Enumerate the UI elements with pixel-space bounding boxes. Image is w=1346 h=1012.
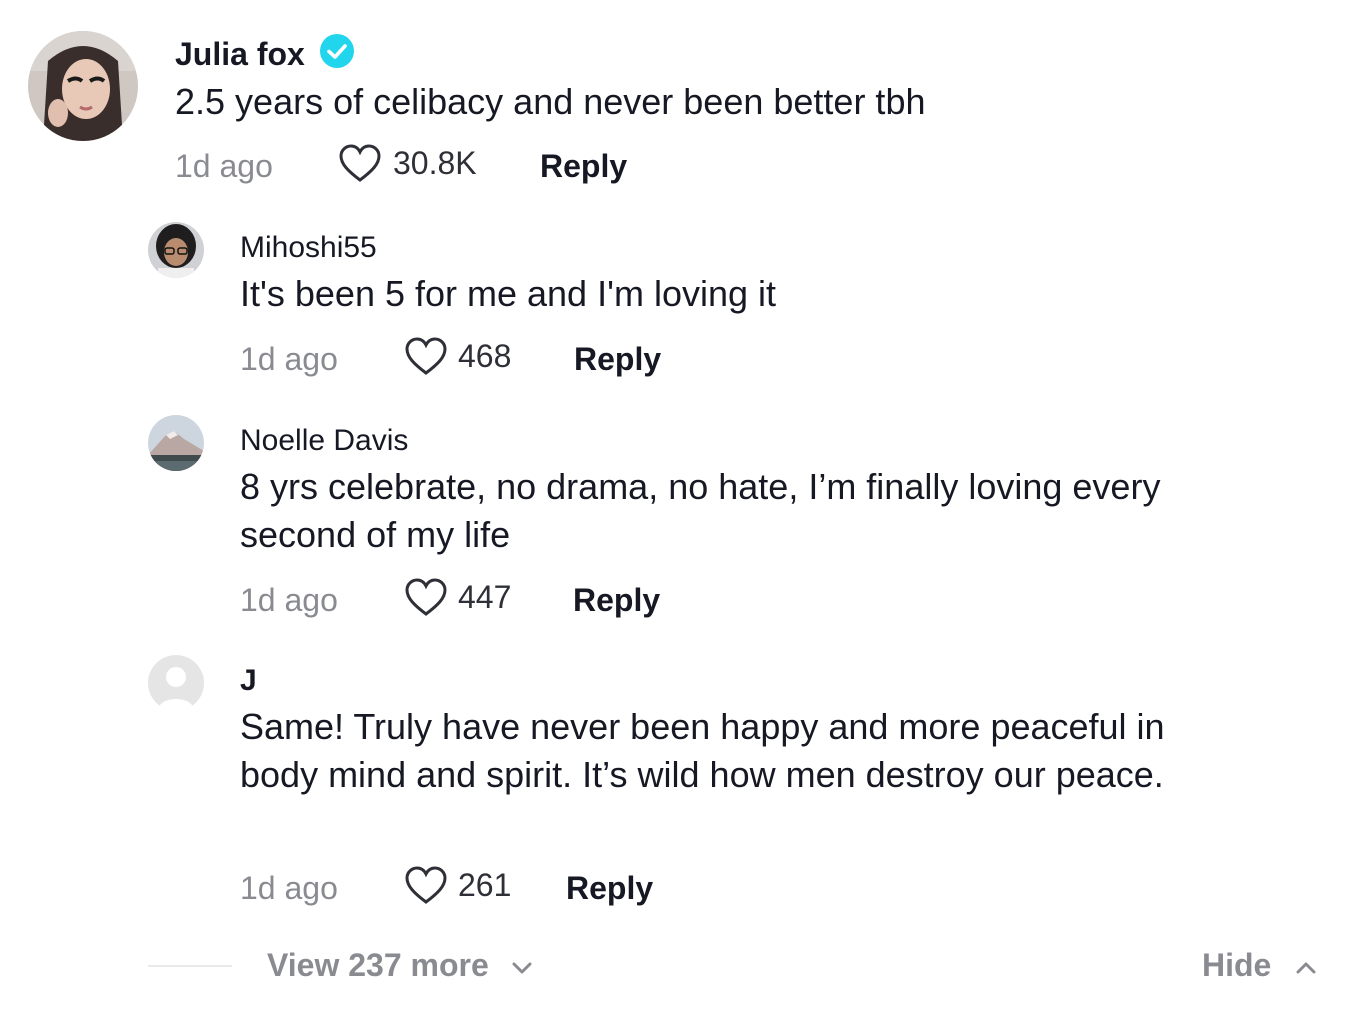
reply-reply-button[interactable]: Reply xyxy=(573,582,660,619)
comment-text: 2.5 years of celibacy and never been bet… xyxy=(175,81,926,122)
reply-item: Mihoshi55 It's been 5 for me and I'm lov… xyxy=(0,210,1346,390)
verified-badge-icon xyxy=(320,34,354,68)
reply-username[interactable]: J xyxy=(240,664,257,698)
reply-text: Same! Truly have never been happy and mo… xyxy=(240,706,1165,795)
reply-time: 1d ago xyxy=(240,582,338,618)
view-more-replies-button[interactable]: View 237 more xyxy=(267,947,534,984)
reply-item: J Same! Truly have never been happy and … xyxy=(0,643,1346,923)
heart-outline-icon[interactable] xyxy=(404,865,448,905)
reply-username[interactable]: Mihoshi55 xyxy=(240,231,377,265)
avatar-julia-fox[interactable] xyxy=(28,31,138,141)
avatar-mihoshi55[interactable] xyxy=(148,222,204,278)
avatar-photo xyxy=(148,222,204,278)
reply-like-count: 261 xyxy=(458,867,512,903)
reply-like-count: 468 xyxy=(458,338,512,374)
avatar-noelle-davis[interactable] xyxy=(148,415,204,471)
reply-username[interactable]: Noelle Davis xyxy=(240,424,408,458)
avatar-photo xyxy=(28,31,138,141)
comment-username[interactable]: Julia fox xyxy=(175,36,305,73)
heart-outline-icon[interactable] xyxy=(404,336,448,376)
comment-reply-button[interactable]: Reply xyxy=(540,148,627,185)
hide-label: Hide xyxy=(1202,947,1272,983)
reply-text: It's been 5 for me and I'm loving it xyxy=(240,273,777,314)
chevron-up-icon xyxy=(1296,962,1316,974)
reply-reply-button[interactable]: Reply xyxy=(574,341,661,378)
chevron-down-icon xyxy=(512,962,532,974)
comment-like-count: 30.8K xyxy=(393,145,477,181)
heart-outline-icon[interactable] xyxy=(404,577,448,617)
reply-item: Noelle Davis 8 yrs celebrate, no drama, … xyxy=(0,403,1346,633)
avatar-j[interactable] xyxy=(148,655,204,711)
reply-time: 1d ago xyxy=(240,341,338,377)
reply-time: 1d ago xyxy=(240,870,338,906)
avatar-photo xyxy=(148,415,204,471)
comment-main: Julia fox 2.5 years of celibacy and neve… xyxy=(0,0,1346,200)
comment-time: 1d ago xyxy=(175,148,273,184)
default-avatar-icon xyxy=(148,655,204,711)
hide-replies-button[interactable]: Hide xyxy=(1202,947,1318,984)
reply-like-count: 447 xyxy=(458,579,512,615)
heart-outline-icon[interactable] xyxy=(338,143,382,183)
footer-divider xyxy=(148,965,232,967)
view-more-label: View 237 more xyxy=(267,947,489,983)
reply-text: 8 yrs celebrate, no drama, no hate, I’m … xyxy=(240,466,1161,555)
reply-reply-button[interactable]: Reply xyxy=(566,870,653,907)
